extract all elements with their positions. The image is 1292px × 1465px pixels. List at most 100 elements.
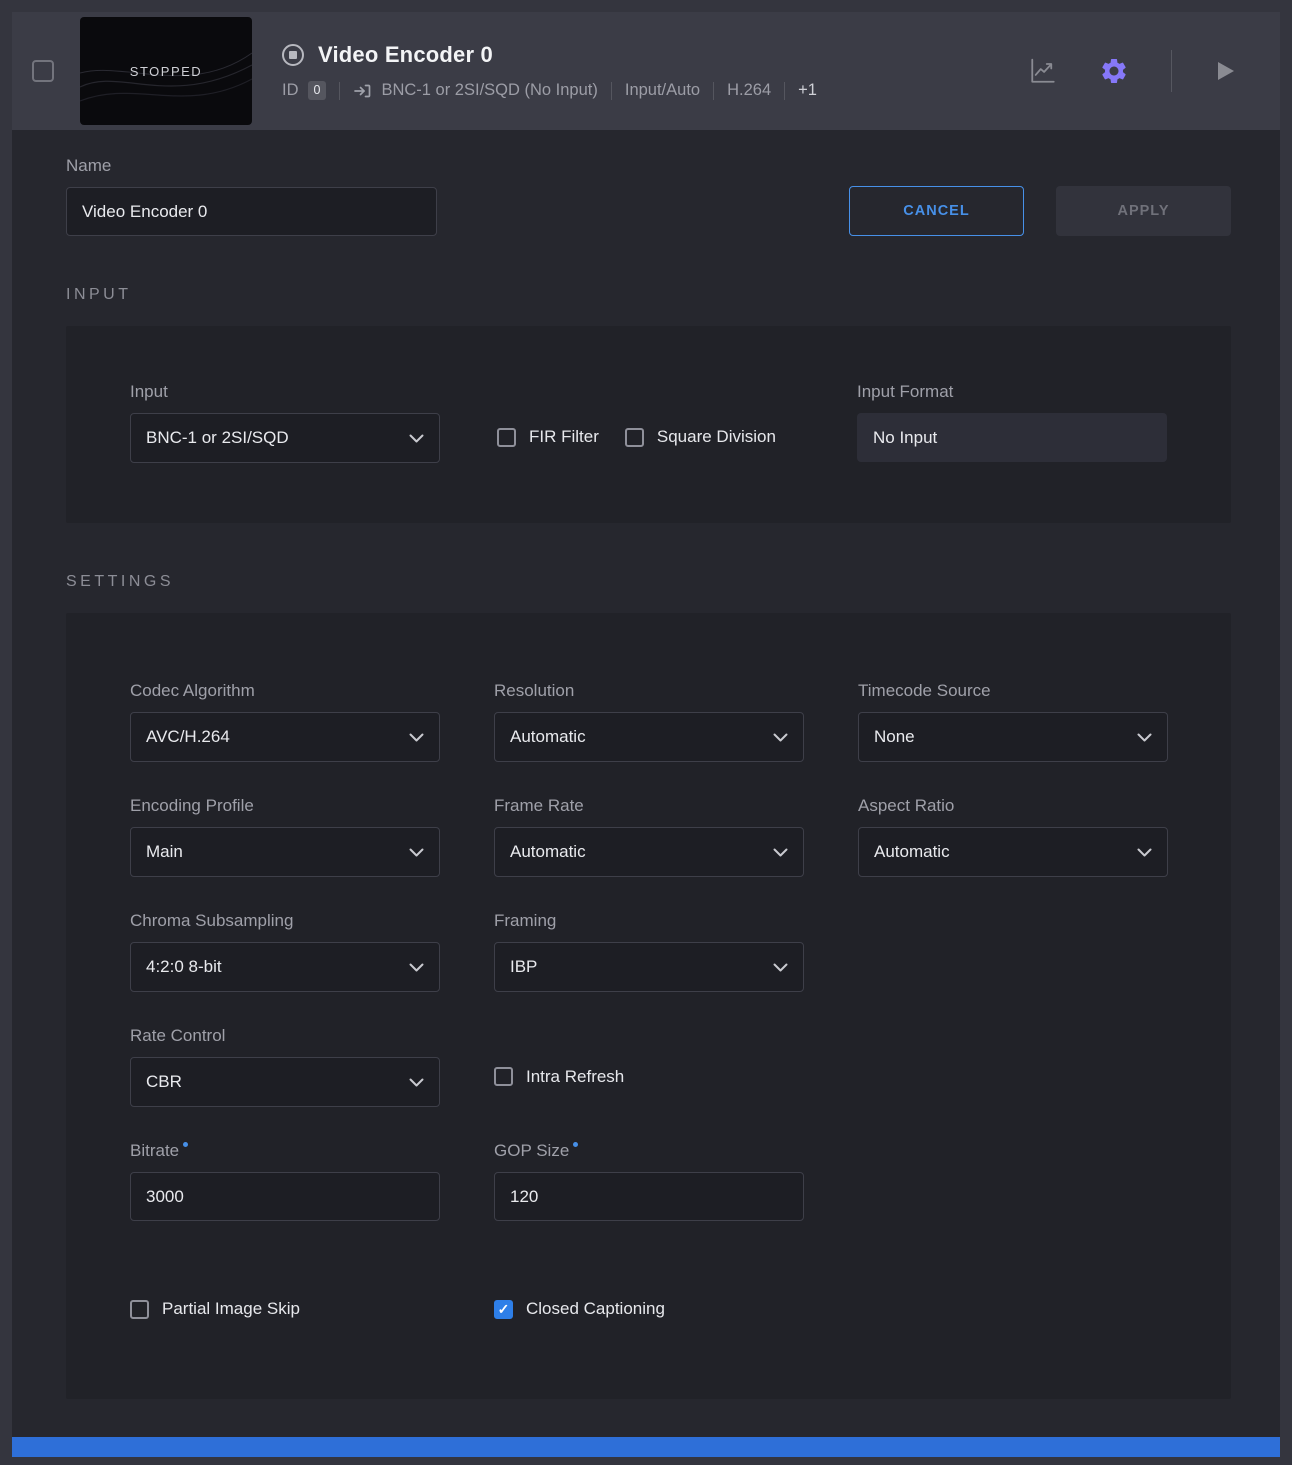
title-block: Video Encoder 0 ID 0 BNC-1 or 2SI/SQD (N… [282,42,817,100]
timecode-source-field: Timecode Source None [858,681,1168,762]
encoder-form: Name CANCEL APPLY INPUT Input BNC-1 or 2… [12,130,1280,1437]
cancel-button[interactable]: CANCEL [849,186,1024,236]
chevron-down-icon [773,963,788,972]
chroma-subsampling-field: Chroma Subsampling 4:2:0 8-bit [130,911,440,992]
encoder-meta: ID 0 BNC-1 or 2SI/SQD (No Input) Input/A… [282,81,817,100]
chart-icon [1029,58,1057,84]
input-source-icon [353,82,372,100]
select-checkbox[interactable] [32,60,54,82]
encoder-panel: STOPPED Video Encoder 0 ID 0 BNC-1 or 2 [12,12,1280,1457]
more-badges[interactable]: +1 [798,81,817,100]
required-indicator [183,1142,188,1147]
input-mode-summary: Input/Auto [625,81,700,100]
framing-label: Framing [494,911,804,931]
header-actions [1029,50,1236,92]
input-label: Input [130,382,440,402]
chroma-subsampling-label: Chroma Subsampling [130,911,440,931]
square-division-checkbox[interactable]: Square Division [625,427,776,447]
input-section-title: INPUT [66,286,1231,304]
name-field: Name [66,156,437,236]
framing-select[interactable]: IBP [494,942,804,992]
chevron-down-icon [409,963,424,972]
timecode-source-label: Timecode Source [858,681,1168,701]
input-format-value: No Input [857,413,1167,462]
source-summary: BNC-1 or 2SI/SQD (No Input) [381,81,597,100]
codec-algorithm-field: Codec Algorithm AVC/H.264 [130,681,440,762]
separator [713,82,714,100]
rate-control-label: Rate Control [130,1026,440,1046]
settings-card: Codec Algorithm AVC/H.264 Resolution Aut… [66,613,1231,1399]
name-label: Name [66,156,437,176]
separator [784,82,785,100]
rate-control-field: Rate Control CBR [130,1026,440,1107]
chevron-down-icon [1137,733,1152,742]
aspect-ratio-field: Aspect Ratio Automatic [858,796,1168,877]
name-input[interactable] [66,187,437,236]
encoding-profile-field: Encoding Profile Main [130,796,440,877]
frame-rate-field: Frame Rate Automatic [494,796,804,877]
checkbox-box [497,428,516,447]
timecode-source-select[interactable]: None [858,712,1168,762]
checkbox-label: Closed Captioning [526,1299,665,1319]
chevron-down-icon [409,733,424,742]
header: STOPPED Video Encoder 0 ID 0 BNC-1 or 2 [12,12,1280,130]
checkbox-box [625,428,644,447]
gop-size-field: GOP Size [494,1141,804,1221]
chevron-down-icon [409,434,424,443]
encoder-title: Video Encoder 0 [318,42,493,68]
checkbox-label: Square Division [657,427,776,447]
play-icon [1214,60,1236,82]
intra-refresh-checkbox[interactable]: Intra Refresh [494,1067,624,1087]
encoding-profile-label: Encoding Profile [130,796,440,816]
rate-control-select[interactable]: CBR [130,1057,440,1107]
form-actions: CANCEL APPLY [849,186,1231,236]
frame-rate-select[interactable]: Automatic [494,827,804,877]
checkbox-label: Partial Image Skip [162,1299,300,1319]
gop-size-input[interactable] [494,1172,804,1221]
frame-rate-label: Frame Rate [494,796,804,816]
input-select-value: BNC-1 or 2SI/SQD [146,428,289,448]
aspect-ratio-select[interactable]: Automatic [858,827,1168,877]
input-card: Input BNC-1 or 2SI/SQD FIR Filter Square… [66,326,1231,523]
checkbox-label: FIR Filter [529,427,599,447]
codec-algorithm-label: Codec Algorithm [130,681,440,701]
resolution-field: Resolution Automatic [494,681,804,762]
stopped-status-icon [282,44,304,66]
gop-size-label: GOP Size [494,1141,804,1161]
checkbox-box [494,1067,513,1086]
framing-field: Framing IBP [494,911,804,992]
separator [611,82,612,100]
bitrate-label: Bitrate [130,1141,440,1161]
preview-thumbnail: STOPPED [80,17,252,125]
thumbnail-status: STOPPED [130,64,202,79]
input-format-label: Input Format [857,382,1167,402]
divider [1171,50,1172,92]
bitrate-field: Bitrate [130,1141,440,1221]
encoding-profile-select[interactable]: Main [130,827,440,877]
start-button[interactable] [1214,60,1236,82]
chevron-down-icon [409,1078,424,1087]
checkbox-box [494,1300,513,1319]
chroma-subsampling-select[interactable]: 4:2:0 8-bit [130,942,440,992]
partial-image-skip-checkbox[interactable]: Partial Image Skip [130,1299,440,1319]
separator [339,82,340,100]
apply-button[interactable]: APPLY [1056,186,1231,236]
bitrate-input[interactable] [130,1172,440,1221]
chevron-down-icon [773,733,788,742]
input-select[interactable]: BNC-1 or 2SI/SQD [130,413,440,463]
settings-section-title: SETTINGS [66,573,1231,591]
settings-button[interactable] [1099,56,1129,86]
chevron-down-icon [773,848,788,857]
id-badge: 0 [308,81,327,100]
id-label: ID [282,81,299,100]
checkbox-box [130,1300,149,1319]
codec-algorithm-select[interactable]: AVC/H.264 [130,712,440,762]
checkbox-label: Intra Refresh [526,1067,624,1087]
resolution-select[interactable]: Automatic [494,712,804,762]
input-format-field: Input Format No Input [857,382,1167,462]
chevron-down-icon [409,848,424,857]
closed-captioning-checkbox[interactable]: Closed Captioning [494,1299,804,1319]
stats-button[interactable] [1029,58,1057,84]
required-indicator [573,1142,578,1147]
fir-filter-checkbox[interactable]: FIR Filter [497,427,599,447]
